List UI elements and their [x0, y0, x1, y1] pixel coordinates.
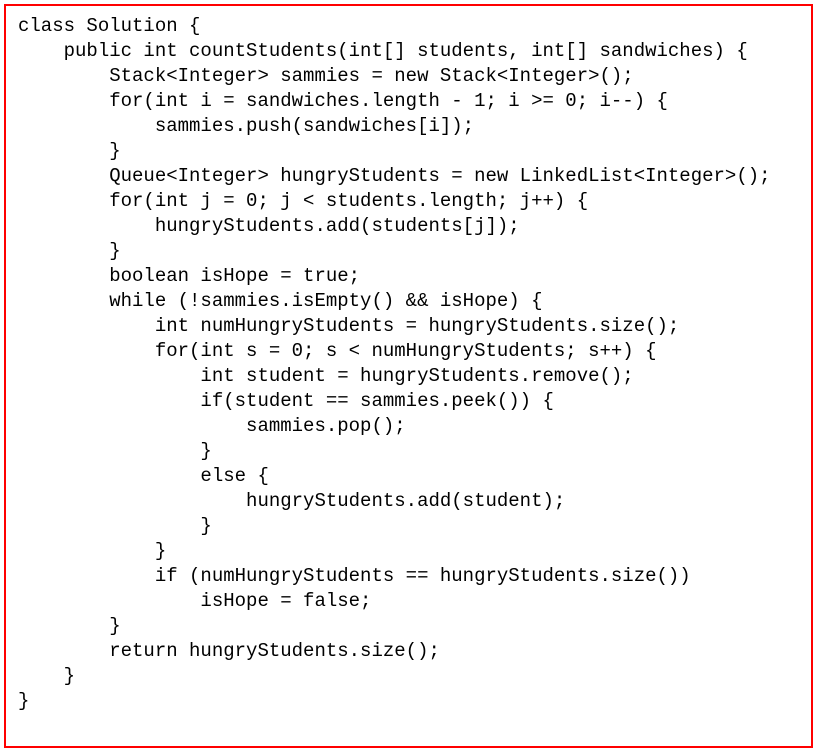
code-container: class Solution { public int countStudent…	[4, 4, 813, 748]
code-block: class Solution { public int countStudent…	[18, 14, 799, 714]
